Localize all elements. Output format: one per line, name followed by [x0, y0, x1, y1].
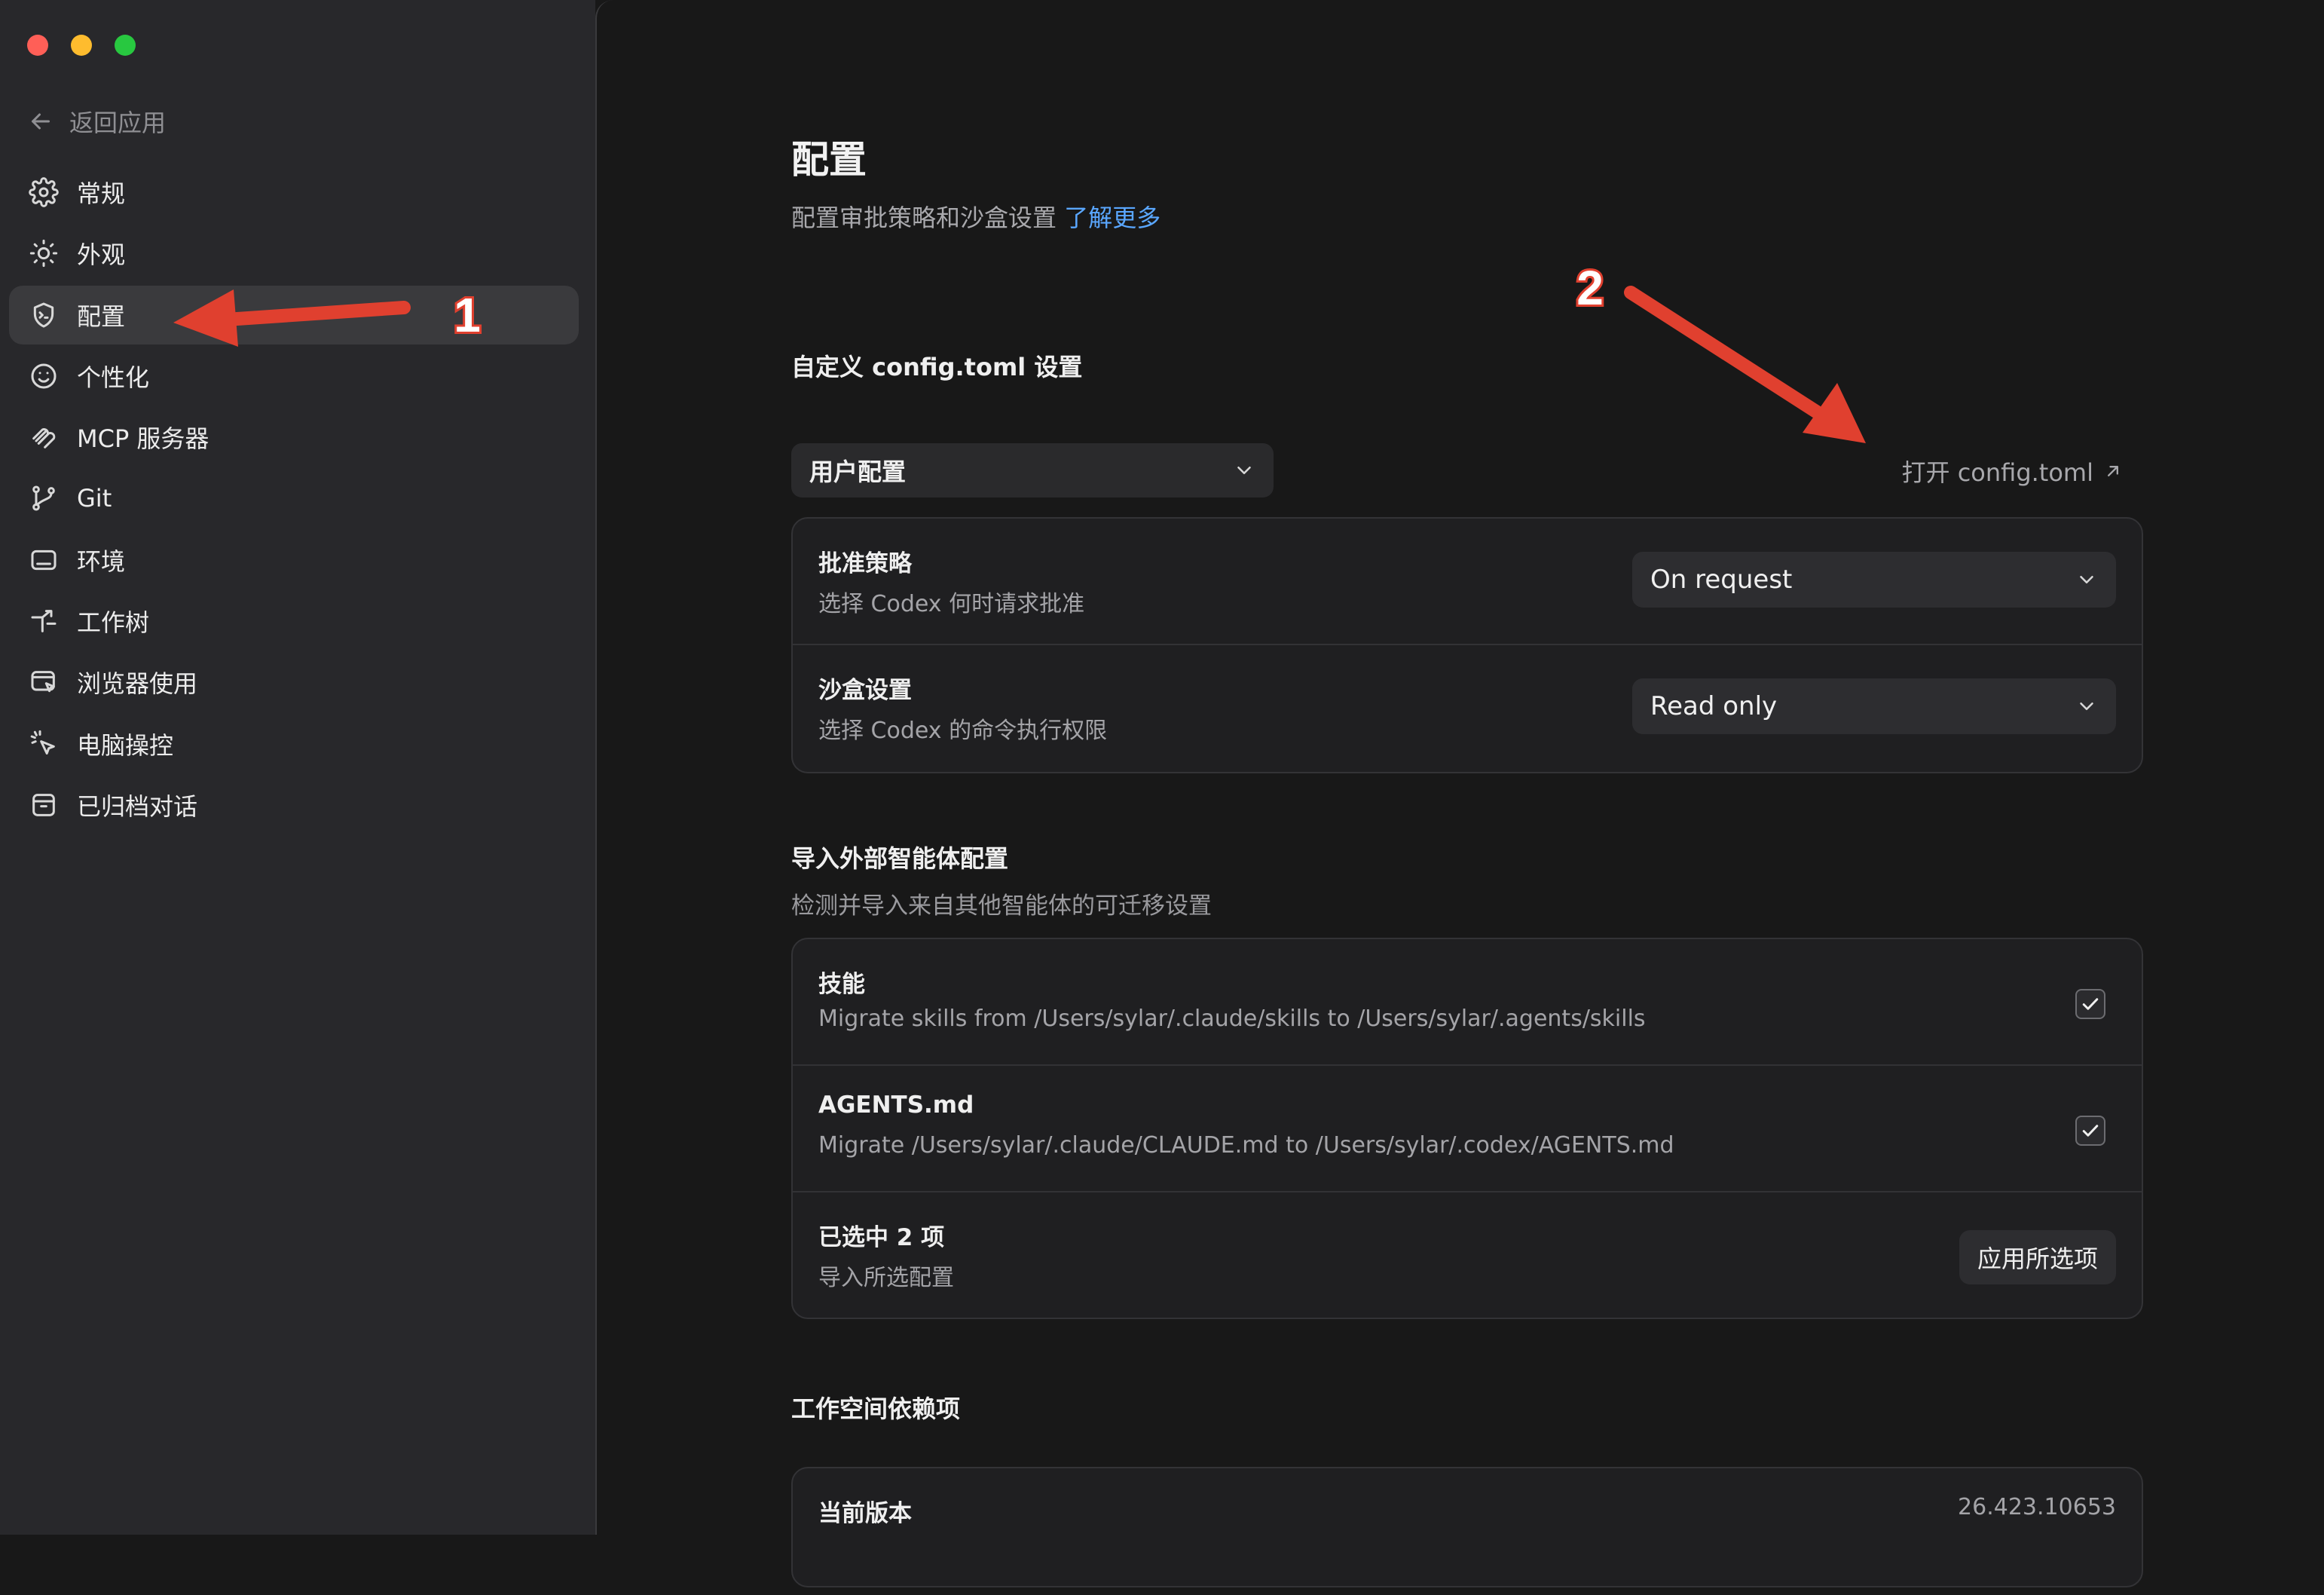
subtitle-text: 配置审批策略和沙盒设置: [791, 204, 1057, 232]
import-agents-md-row: AGENTS.md Migrate /Users/sylar/.claude/C…: [793, 1066, 2142, 1192]
minimize-window-button[interactable]: [71, 35, 92, 56]
back-label: 返回应用: [69, 109, 167, 137]
import-skills-checkbox[interactable]: [2075, 989, 2105, 1019]
selected-count: 已选中 2 项: [818, 1224, 945, 1251]
zoom-window-button[interactable]: [115, 35, 136, 56]
settings-nav: 常规 外观 配置 个性化 MCP 服务器 Git 环境 工作树 浏览器使用 电脑…: [9, 163, 579, 837]
approval-policy-title: 批准策略: [818, 550, 912, 577]
open-config-toml-link[interactable]: 打开 config.toml: [1902, 452, 2143, 490]
chevron-down-icon: [2080, 703, 2093, 710]
sidebar-item-label: 浏览器使用: [77, 669, 198, 699]
current-version-value: 26.423.10653: [1958, 1494, 2116, 1520]
sidebar: 返回应用 常规 外观 配置 个性化 MCP 服务器 Git 环境 工作树 浏览器…: [0, 0, 595, 1535]
sidebar-item-general[interactable]: 常规: [9, 163, 579, 222]
git-branch-icon: [27, 482, 60, 515]
sandbox-setting-title: 沙盒设置: [818, 677, 912, 704]
import-agents-md-desc: Migrate /Users/sylar/.claude/CLAUDE.md t…: [818, 1132, 1674, 1159]
close-window-button[interactable]: [27, 35, 48, 56]
sidebar-item-label: MCP 服务器: [77, 424, 209, 454]
sidebar-item-computer-use[interactable]: 电脑操控: [9, 715, 579, 773]
import-skills-desc: Migrate skills from /Users/sylar/.claude…: [818, 1006, 1646, 1032]
import-skills-row: 技能 Migrate skills from /Users/sylar/.cla…: [793, 939, 2142, 1066]
sidebar-item-label: 配置: [77, 302, 126, 331]
import-agents-md-checkbox[interactable]: [2075, 1116, 2105, 1146]
open-config-label: 打开 config.toml: [1901, 458, 2093, 487]
sidebar-item-archived-chats[interactable]: 已归档对话: [9, 776, 579, 834]
sidebar-item-label: 已归档对话: [77, 791, 198, 821]
custom-config-section-title: 自定义 config.toml 设置: [791, 353, 1083, 381]
sidebar-item-label: 环境: [77, 546, 126, 576]
selected-count-desc: 导入所选配置: [818, 1265, 954, 1291]
sidebar-item-label: 常规: [77, 179, 126, 208]
sidebar-item-label: 个性化: [77, 363, 150, 392]
chevron-down-icon: [2080, 576, 2093, 583]
profile-select-value: 用户配置: [809, 458, 907, 486]
window-controls: [27, 35, 136, 56]
sidebar-item-environment[interactable]: 环境: [9, 531, 579, 589]
learn-more-link[interactable]: 了解更多: [1064, 204, 1160, 232]
sidebar-item-label: Git: [77, 484, 112, 513]
import-summary-row: 已选中 2 项 导入所选配置 应用所选项: [793, 1192, 2142, 1319]
import-agents-md-title: AGENTS.md: [818, 1091, 974, 1119]
sidebar-item-label: 外观: [77, 240, 126, 270]
gear-icon: [27, 176, 60, 209]
sun-icon: [27, 237, 60, 270]
page-title: 配置: [791, 138, 867, 182]
workspace-deps-card: 当前版本 26.423.10653: [791, 1467, 2143, 1587]
back-to-app-button[interactable]: 返回应用: [27, 103, 166, 140]
page-subtitle: 配置审批策略和沙盒设置 了解更多: [791, 199, 1160, 234]
approval-policy-value: On request: [1650, 565, 1793, 595]
sandbox-setting-value: Read only: [1650, 691, 1778, 721]
current-version-row: 当前版本 26.423.10653: [793, 1468, 2142, 1595]
browser-icon: [27, 666, 60, 699]
sandbox-setting-dropdown[interactable]: Read only: [1632, 678, 2116, 734]
sandbox-setting-row: 沙盒设置 选择 Codex 的命令执行权限 Read only: [793, 645, 2142, 772]
arrow-left-icon: [32, 113, 50, 130]
current-version-title: 当前版本: [818, 1500, 912, 1527]
workspace-deps-section-title: 工作空间依赖项: [791, 1394, 961, 1423]
sidebar-item-git[interactable]: Git: [9, 469, 579, 528]
smile-icon: [27, 360, 60, 393]
sidebar-item-label: 工作树: [77, 608, 150, 638]
check-icon: [2082, 998, 2099, 1010]
check-icon: [2082, 1125, 2099, 1137]
sidebar-item-mcp-servers[interactable]: MCP 服务器: [9, 408, 579, 467]
sandbox-setting-desc: 选择 Codex 的命令执行权限: [818, 718, 1108, 744]
profile-select[interactable]: 用户配置: [791, 443, 1274, 497]
import-section-desc: 检测并导入来自其他智能体的可迁移设置: [791, 892, 1212, 920]
sidebar-item-config[interactable]: 配置: [9, 285, 579, 344]
config-settings-card: 批准策略 选择 Codex 何时请求批准 On request 沙盒设置 选择 …: [791, 517, 2143, 773]
approval-policy-row: 批准策略 选择 Codex 何时请求批准 On request: [793, 519, 2142, 645]
apply-selected-button[interactable]: 应用所选项: [1959, 1230, 2116, 1284]
sidebar-item-appearance[interactable]: 外观: [9, 224, 579, 283]
approval-policy-desc: 选择 Codex 何时请求批准: [818, 591, 1085, 617]
external-link-icon: [2108, 466, 2118, 476]
shield-icon: [27, 298, 60, 332]
sidebar-item-personalization[interactable]: 个性化: [9, 347, 579, 406]
cursor-click-icon: [27, 727, 60, 761]
sidebar-item-label: 电脑操控: [77, 730, 174, 760]
plug-icon: [27, 421, 60, 454]
import-section-title: 导入外部智能体配置: [791, 844, 1009, 873]
worktree-icon: [27, 605, 60, 638]
archive-icon: [27, 788, 60, 822]
sidebar-item-browser-use[interactable]: 浏览器使用: [9, 653, 579, 712]
sidebar-item-worktree[interactable]: 工作树: [9, 592, 579, 651]
settings-window: 返回应用 常规 外观 配置 个性化 MCP 服务器 Git 环境 工作树 浏览器…: [0, 0, 2324, 1587]
chevron-down-icon: [1237, 467, 1251, 474]
approval-policy-dropdown[interactable]: On request: [1632, 552, 2116, 608]
monitor-icon: [27, 543, 60, 577]
import-card: 技能 Migrate skills from /Users/sylar/.cla…: [791, 938, 2143, 1319]
import-skills-title: 技能: [818, 971, 865, 998]
main-panel: 配置 配置审批策略和沙盒设置 了解更多 自定义 config.toml 设置 用…: [595, 0, 2324, 1587]
